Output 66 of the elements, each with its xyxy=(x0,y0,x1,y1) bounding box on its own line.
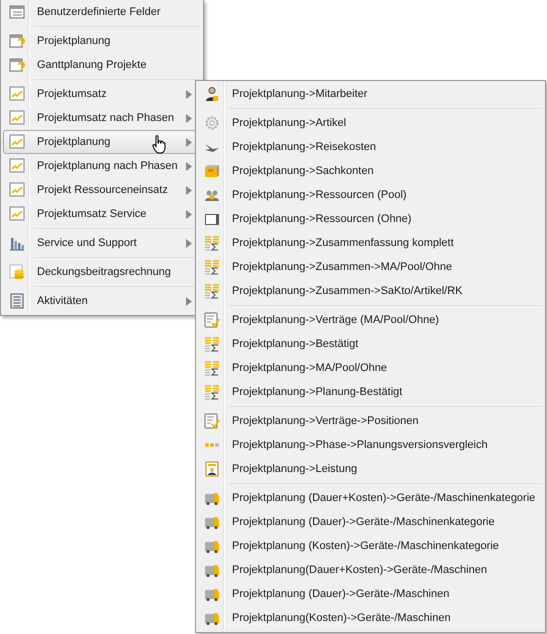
menu-item[interactable]: Projektplanung(Dauer+Kosten)->Geräte-/Maschinen xyxy=(198,558,543,582)
line-chart-icon xyxy=(9,134,25,150)
line-chart-icon xyxy=(9,110,25,126)
badge-icon xyxy=(204,461,220,477)
line-chart-icon xyxy=(9,158,25,174)
menu-item[interactable]: Projektplanung->Sachkonten xyxy=(198,159,543,183)
hand-cursor-icon xyxy=(152,135,166,155)
checklist-icon xyxy=(204,413,220,429)
checklist-icon xyxy=(204,312,220,328)
document-list-icon xyxy=(9,293,25,309)
menu-item[interactable]: Projektplanung->Zusammen->SaKto/Artikel/RK xyxy=(198,279,543,303)
menu-item[interactable]: Projektplanung nach Phasen xyxy=(3,154,201,178)
menu-item[interactable]: Service und Support xyxy=(3,231,201,255)
menu-item[interactable]: Projektplanung->Planung-Bestätigt xyxy=(198,380,543,404)
truck-icon xyxy=(204,538,220,554)
menu-item[interactable]: Projektplanung->Leistung xyxy=(198,457,543,481)
line-chart-icon xyxy=(9,182,25,198)
menu-item[interactable]: Projektplanung->Ressourcen (Pool) xyxy=(198,183,543,207)
bar-chart-icon xyxy=(9,235,25,251)
window-question-icon xyxy=(9,57,25,73)
menu-item[interactable]: Projektumsatz Service xyxy=(3,202,201,226)
truck-icon xyxy=(204,490,220,506)
form-icon xyxy=(9,4,25,20)
dots-icon xyxy=(205,443,219,447)
sum-list-icon xyxy=(204,259,220,275)
menu-item[interactable]: Benutzerdefinierte Felder xyxy=(3,0,201,24)
truck-icon xyxy=(204,562,220,578)
menu-item[interactable]: Projekt Ressourceneinsatz xyxy=(3,178,201,202)
truck-icon xyxy=(204,610,220,626)
menu-item[interactable]: Projektumsatz xyxy=(3,82,201,106)
sum-list-icon xyxy=(204,384,220,400)
menu-item[interactable]: Projektplanung(Kosten)->Geräte-/Maschinen xyxy=(198,606,543,630)
menu-item[interactable]: Projektumsatz nach Phasen xyxy=(3,106,201,130)
menu-item[interactable]: Projektplanung->Mitarbeiter xyxy=(198,82,543,106)
line-chart-icon xyxy=(9,206,25,222)
menu-item[interactable]: Projektplanung (Dauer)->Geräte-/Maschinen xyxy=(198,582,543,606)
menu-item[interactable]: Ganttplanung Projekte xyxy=(3,53,201,77)
menu-item[interactable]: Projektplanung xyxy=(3,29,201,53)
sum-list-icon xyxy=(204,360,220,376)
menu-item[interactable]: Deckungsbeitragsrechnung xyxy=(3,260,201,284)
menu-item[interactable]: Projektplanung (Kosten)->Geräte-/Maschinenkategorie xyxy=(198,534,543,558)
truck-icon xyxy=(204,586,220,602)
menu-item[interactable]: Projektplanung->Phase->Planungsversionsvergleich xyxy=(198,433,543,457)
menu-item[interactable]: Projektplanung->Zusammen->MA/Pool/Ohne xyxy=(198,255,543,279)
window-question-icon xyxy=(9,33,25,49)
menu-item[interactable]: Projektplanung->Ressourcen (Ohne) xyxy=(198,207,543,231)
gear-icon xyxy=(204,115,220,131)
menu-item[interactable]: Projektplanung->Verträge (MA/Pool/Ohne) xyxy=(198,308,543,332)
coins-icon xyxy=(9,264,25,280)
menu-item[interactable]: Projektplanung->Artikel xyxy=(198,111,543,135)
menu-item[interactable]: Projektplanung (Dauer)->Geräte-/Maschinenkategorie xyxy=(198,510,543,534)
sum-list-icon xyxy=(204,336,220,352)
line-chart-icon xyxy=(9,86,25,102)
sum-list-icon xyxy=(204,283,220,299)
menu-item[interactable]: Projektplanung->MA/Pool/Ohne xyxy=(198,356,543,380)
panel-icon xyxy=(204,211,220,227)
menu-item[interactable]: Projektplanung (Dauer+Kosten)->Geräte-/Maschinenkategorie xyxy=(198,486,543,510)
box-icon xyxy=(204,163,220,179)
menu-item[interactable]: Projektplanung->Reisekosten xyxy=(198,135,543,159)
menu-item[interactable]: Aktivitäten xyxy=(3,289,201,313)
menu-item[interactable]: Projektplanung->Verträge->Positionen xyxy=(198,409,543,433)
menu-item[interactable]: Projektplanung->Zusammenfassung komplett xyxy=(198,231,543,255)
truck-icon xyxy=(204,514,220,530)
person-icon xyxy=(204,86,220,102)
sum-list-icon xyxy=(204,235,220,251)
menu-item[interactable]: Projektplanung->Bestätigt xyxy=(198,332,543,356)
